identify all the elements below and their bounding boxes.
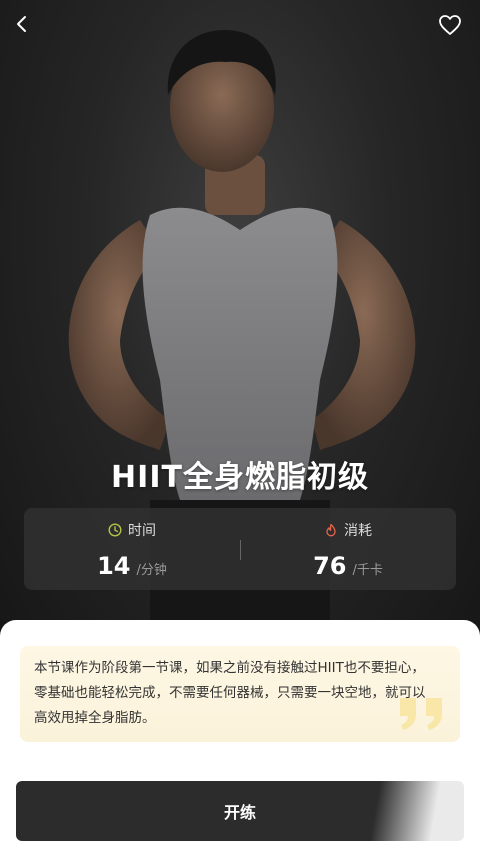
clock-icon	[108, 523, 122, 537]
course-title: HIIT全身燃脂初级	[111, 460, 369, 495]
quote-mark-icon	[400, 698, 442, 730]
flame-icon	[326, 523, 336, 537]
course-description: 本节课作为阶段第一节课，如果之前没有接触过HIIT也不要担心， 零基础也能轻松完…	[20, 646, 460, 742]
chevron-left-icon	[17, 16, 26, 32]
description-line-2: 零基础也能轻松完成，不需要任何器械，只需要一块空地，就可以	[34, 685, 426, 701]
stat-time-label: 时间	[128, 523, 156, 539]
description-line-1: 本节课作为阶段第一节课，如果之前没有接触过HIIT也不要担心，	[34, 660, 425, 676]
start-workout-button[interactable]: 开练	[16, 781, 464, 841]
favorite-button[interactable]	[438, 14, 470, 46]
stat-time-unit: /分钟	[136, 563, 167, 578]
description-line-3: 高效甩掉全身脂肪。	[34, 710, 156, 726]
start-workout-label: 开练	[223, 803, 256, 822]
heart-outline-icon	[439, 15, 461, 35]
stat-calories-value: 76	[313, 552, 347, 580]
stat-time: 时间 14 /分钟	[24, 508, 240, 590]
back-button[interactable]	[12, 14, 44, 46]
stat-calories-label: 消耗	[344, 523, 372, 539]
stat-calories-unit: /千卡	[352, 563, 383, 578]
stat-time-value: 14	[97, 552, 131, 580]
stats-card: 时间 14 /分钟 消耗 76 /千卡	[24, 508, 456, 590]
stat-calories: 消耗 76 /千卡	[240, 508, 456, 590]
